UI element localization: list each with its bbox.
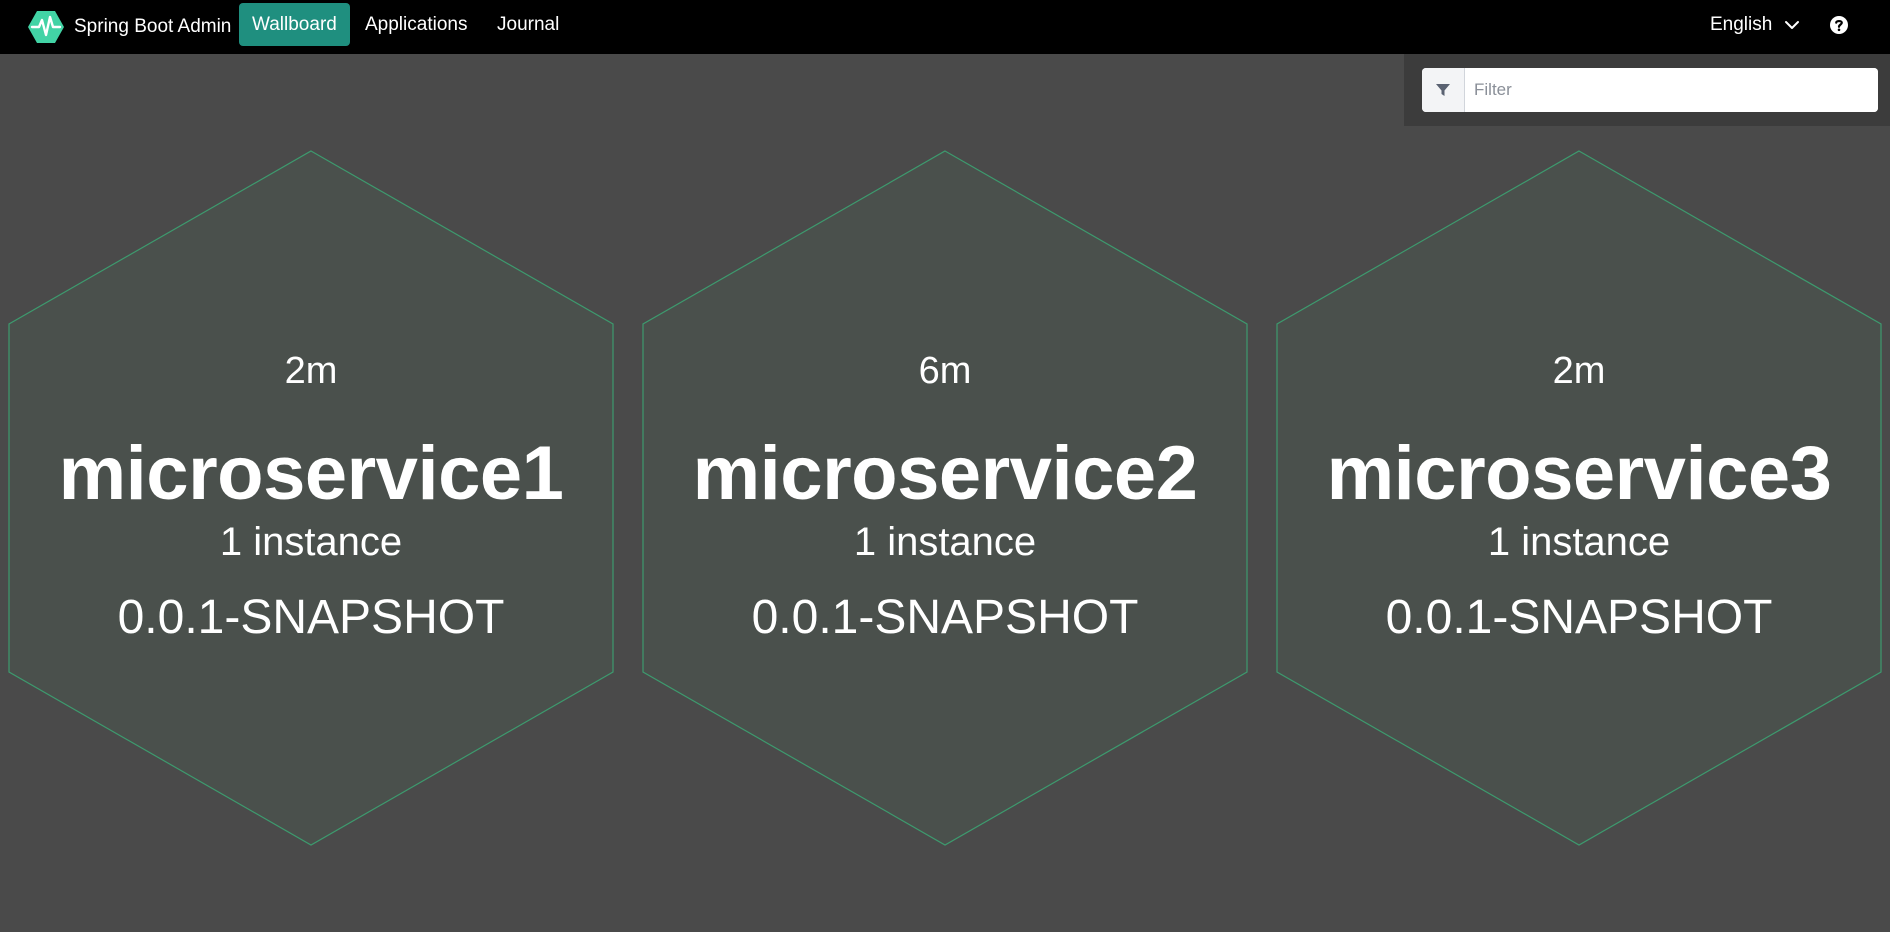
app-version: 0.0.1-SNAPSHOT <box>117 591 505 644</box>
app-uptime: 6m <box>918 350 972 392</box>
app-instance-count: 1 instance <box>1487 520 1671 564</box>
app-name: microservice3 <box>1326 431 1832 516</box>
app-name: microservice2 <box>692 431 1198 516</box>
app-name: microservice1 <box>58 431 564 516</box>
wallboard: 2m microservice1 1 instance 0.0.1-SNAPSH… <box>0 0 1890 932</box>
application-hex[interactable]: 6m microservice2 1 instance 0.0.1-SNAPSH… <box>642 150 1248 846</box>
app-uptime: 2m <box>1552 350 1606 392</box>
app-uptime: 2m <box>284 350 338 392</box>
application-hex[interactable]: 2m microservice3 1 instance 0.0.1-SNAPSH… <box>1276 150 1882 846</box>
app-instance-count: 1 instance <box>219 520 403 564</box>
application-hex[interactable]: 2m microservice1 1 instance 0.0.1-SNAPSH… <box>8 150 614 846</box>
app-instance-count: 1 instance <box>853 520 1037 564</box>
app-version: 0.0.1-SNAPSHOT <box>751 591 1139 644</box>
app-version: 0.0.1-SNAPSHOT <box>1385 591 1773 644</box>
